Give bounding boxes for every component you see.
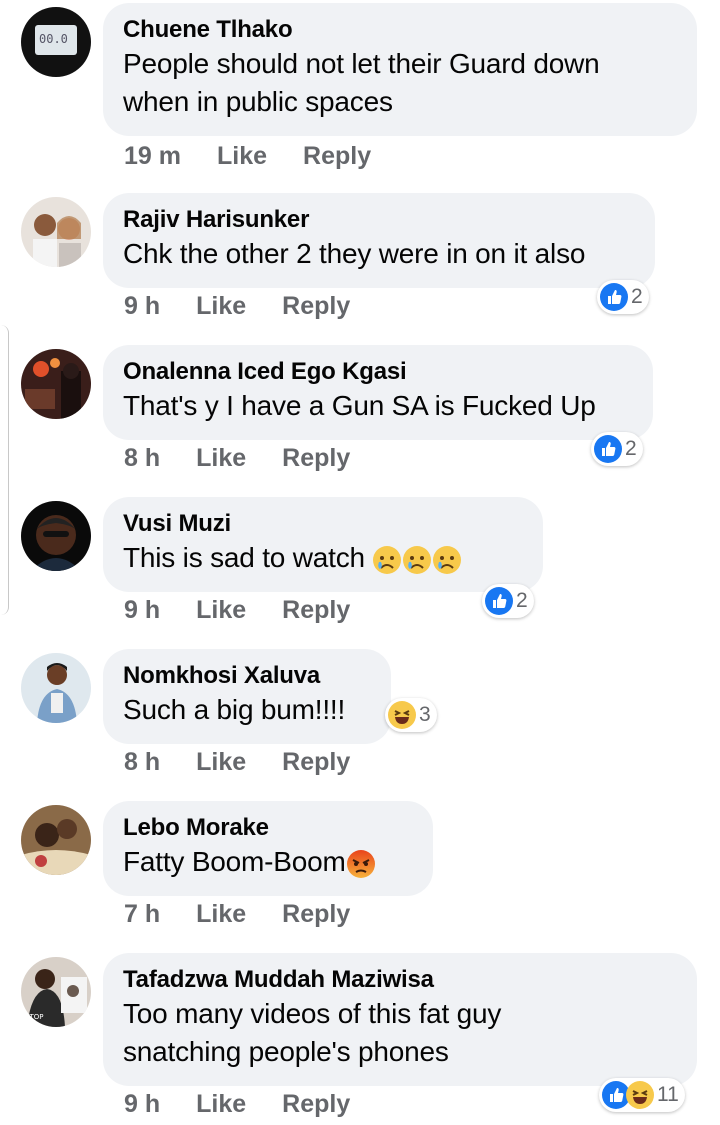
scroll-edge	[0, 325, 9, 615]
like-button[interactable]: Like	[196, 1090, 246, 1119]
sad-icon	[403, 545, 432, 574]
avatar[interactable]	[21, 805, 91, 875]
reaction-count: 2	[631, 285, 643, 308]
reply-button[interactable]: Reply	[282, 748, 350, 777]
reaction-summary[interactable]: 3	[385, 698, 437, 732]
like-button[interactable]: Like	[196, 748, 246, 777]
like-icon	[594, 435, 622, 463]
reaction-summary[interactable]: 2	[482, 584, 534, 618]
avatar[interactable]	[21, 501, 91, 571]
comment-actions: 9 h Like Reply	[124, 1090, 386, 1119]
svg-text:STOP: STOP	[25, 1013, 43, 1021]
avatar[interactable]: STOP	[21, 957, 91, 1027]
commenter-name[interactable]: Lebo Morake	[123, 813, 413, 843]
comment-text: Too many videos of this fat guy snatchin…	[123, 998, 502, 1067]
comment-bubble: Nomkhosi Xaluva Such a big bum!!!!	[103, 649, 391, 744]
comment-bubble: Onalenna Iced Ego Kgasi That's y I have …	[103, 345, 653, 440]
comment-actions: 19 m Like Reply	[124, 142, 407, 171]
reaction-count: 3	[419, 703, 431, 726]
reaction-count: 11	[657, 1083, 679, 1106]
comment-text-content: Fatty Boom-Boom	[123, 846, 346, 877]
reply-button[interactable]: Reply	[303, 142, 371, 171]
commenter-name[interactable]: Tafadzwa Muddah Maziwisa	[123, 965, 677, 995]
like-icon	[600, 283, 628, 311]
sad-icon	[433, 545, 462, 574]
avatar[interactable]	[21, 349, 91, 419]
timestamp[interactable]: 7 h	[124, 900, 160, 929]
comment-text: People should not let their Guard down w…	[123, 48, 600, 117]
comment-text: This is sad to watch	[123, 539, 523, 577]
reply-button[interactable]: Reply	[282, 444, 350, 473]
comment-bubble: Rajiv Harisunker Chk the other 2 they we…	[103, 193, 655, 288]
comment-actions: 9 h Like Reply	[124, 596, 386, 625]
commenter-name[interactable]: Vusi Muzi	[123, 509, 523, 539]
sad-icon	[373, 545, 402, 574]
reply-button[interactable]: Reply	[282, 900, 350, 929]
like-icon	[485, 587, 513, 615]
comment-bubble: Lebo Morake Fatty Boom-Boom	[103, 801, 433, 896]
timestamp[interactable]: 9 h	[124, 292, 160, 321]
reaction-count: 2	[516, 589, 528, 612]
timestamp[interactable]: 8 h	[124, 444, 160, 473]
angry-icon	[346, 849, 375, 878]
reply-button[interactable]: Reply	[282, 292, 350, 321]
commenter-name[interactable]: Rajiv Harisunker	[123, 205, 635, 235]
comment-text: Chk the other 2 they were in on it also	[123, 238, 586, 269]
comment-bubble: Vusi Muzi This is sad to watch	[103, 497, 543, 592]
timestamp[interactable]: 9 h	[124, 596, 160, 625]
timestamp[interactable]: 8 h	[124, 748, 160, 777]
comment-text: That's y I have a Gun SA is Fucked Up	[123, 390, 596, 421]
comment-text: Such a big bum!!!!	[123, 694, 346, 725]
comment-bubble: Chuene Tlhako People should not let thei…	[103, 3, 697, 136]
reaction-summary[interactable]: 2	[597, 280, 649, 314]
comment-text: Fatty Boom-Boom	[123, 843, 413, 881]
svg-text:00.0: 00.0	[39, 32, 68, 46]
reaction-count: 2	[625, 437, 637, 460]
avatar[interactable]: 00.0	[21, 7, 91, 77]
comment-actions: 8 h Like Reply	[124, 444, 386, 473]
reply-button[interactable]: Reply	[282, 596, 350, 625]
comment-bubble: Tafadzwa Muddah Maziwisa Too many videos…	[103, 953, 697, 1086]
reaction-summary[interactable]: 11	[599, 1078, 685, 1112]
reply-button[interactable]: Reply	[282, 1090, 350, 1119]
comment-actions: 8 h Like Reply	[124, 748, 386, 777]
comment-text-content: This is sad to watch	[123, 542, 365, 573]
commenter-name[interactable]: Onalenna Iced Ego Kgasi	[123, 357, 633, 387]
comment-actions: 7 h Like Reply	[124, 900, 386, 929]
like-button[interactable]: Like	[196, 900, 246, 929]
haha-icon	[388, 701, 416, 729]
like-button[interactable]: Like	[196, 596, 246, 625]
avatar[interactable]	[21, 653, 91, 723]
avatar[interactable]	[21, 197, 91, 267]
reaction-summary[interactable]: 2	[591, 432, 643, 466]
timestamp[interactable]: 19 m	[124, 142, 181, 171]
haha-icon	[626, 1081, 654, 1109]
like-button[interactable]: Like	[217, 142, 267, 171]
commenter-name[interactable]: Nomkhosi Xaluva	[123, 661, 371, 691]
like-button[interactable]: Like	[196, 292, 246, 321]
like-button[interactable]: Like	[196, 444, 246, 473]
comment-actions: 9 h Like Reply	[124, 292, 386, 321]
commenter-name[interactable]: Chuene Tlhako	[123, 15, 677, 45]
timestamp[interactable]: 9 h	[124, 1090, 160, 1119]
